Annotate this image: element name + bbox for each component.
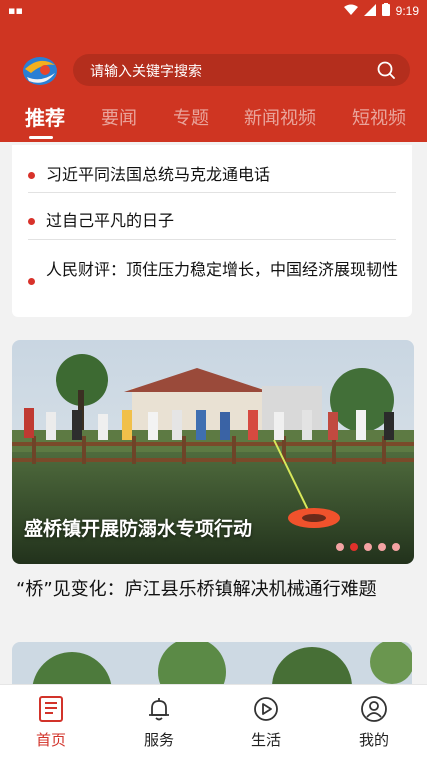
nav-service[interactable]: 服务 <box>124 695 194 750</box>
tab-important-news[interactable]: 要闻 <box>101 104 137 130</box>
signal-icon <box>363 3 376 19</box>
app-logo[interactable] <box>21 53 59 87</box>
sim-icon: ▪▪ <box>8 4 23 17</box>
divider <box>28 239 396 240</box>
search-placeholder: 请输入关键字搜索 <box>90 64 202 80</box>
search-icon[interactable] <box>377 61 395 79</box>
user-icon <box>361 696 387 722</box>
app-header: ▪▪ 9:19 请输入关键字搜索 推荐 要闻 专题 新闻视频 短视频 <box>0 0 427 142</box>
tab-news-video[interactable]: 新闻视频 <box>244 104 316 130</box>
bullet-dot-icon <box>28 278 35 285</box>
tab-special-topics[interactable]: 专题 <box>173 104 209 130</box>
nav-label: 我的 <box>358 731 389 749</box>
headline-list: 习近平同法国总统马克龙通电话 过自己平凡的日子 人民财评：顶住压力稳定增长，中国… <box>12 145 412 317</box>
bell-icon <box>149 698 169 721</box>
status-bar: ▪▪ 9:19 <box>0 0 427 22</box>
bullet-dot-icon <box>28 218 35 225</box>
nav-label: 生活 <box>250 731 281 749</box>
nav-mine[interactable]: 我的 <box>339 695 409 750</box>
headline-item[interactable]: 过自己平凡的日子 <box>28 209 396 233</box>
home-news-icon <box>39 696 63 722</box>
carousel-dot[interactable] <box>336 543 344 551</box>
status-time: 9:19 <box>395 4 419 18</box>
wifi-icon <box>343 4 358 19</box>
bottom-navigation: 首页 服务 生活 我的 <box>0 684 427 760</box>
headline-item[interactable]: 人民财评：顶住压力稳定增长，中国经济展现韧性 <box>28 258 399 306</box>
carousel-dot[interactable] <box>364 543 372 551</box>
nav-home[interactable]: 首页 <box>16 695 86 750</box>
article-title[interactable]: “桥”见变化：庐江县乐桥镇解决机械通行难题 <box>16 576 412 604</box>
tab-recommend[interactable]: 推荐 <box>25 102 65 131</box>
nav-life[interactable]: 生活 <box>231 695 301 750</box>
battery-icon <box>381 3 390 19</box>
carousel-dot[interactable] <box>392 543 400 551</box>
nav-label: 服务 <box>143 731 174 749</box>
tab-short-video[interactable]: 短视频 <box>352 104 406 130</box>
active-tab-indicator <box>29 136 53 139</box>
divider <box>28 192 396 193</box>
channel-tabs: 推荐 要闻 专题 新闻视频 短视频 <box>0 104 427 142</box>
nav-label: 首页 <box>35 731 66 749</box>
headline-item[interactable]: 习近平同法国总统马克龙通电话 <box>28 163 396 187</box>
headline-title: 过自己平凡的日子 <box>46 211 175 230</box>
banner-caption: 盛桥镇开展防溺水专项行动 <box>24 518 253 540</box>
banner-carousel[interactable]: 盛桥镇开展防溺水专项行动 <box>12 340 414 564</box>
bullet-dot-icon <box>28 172 35 179</box>
carousel-dot[interactable] <box>378 543 386 551</box>
play-circle-icon <box>254 697 278 721</box>
carousel-indicator <box>336 543 400 551</box>
headline-title: 人民财评：顶住压力稳定增长，中国经济展现韧性 <box>46 260 399 279</box>
headline-title: 习近平同法国总统马克龙通电话 <box>46 165 271 184</box>
search-bar[interactable]: 请输入关键字搜索 <box>73 54 410 86</box>
carousel-dot-active[interactable] <box>350 543 358 551</box>
